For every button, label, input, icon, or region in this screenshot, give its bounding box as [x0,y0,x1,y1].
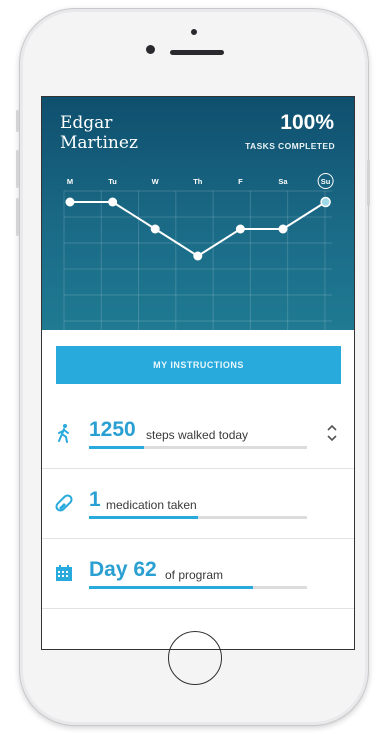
earpiece-speaker [170,50,224,55]
home-button[interactable] [168,631,222,685]
completion-label: TASKS COMPLETED [245,141,335,151]
calendar-icon [56,565,72,581]
completion-percent: 100% [280,111,334,134]
program-day-progress-fill [89,586,253,589]
medication-row[interactable]: 1 medication taken [42,468,354,539]
side-button-mute [16,110,19,132]
steps-row[interactable]: 1250 steps walked today [42,398,354,469]
chart-points [65,196,331,261]
day-label-w: W [152,177,160,186]
my-instructions-button[interactable]: MY INSTRUCTIONS [56,346,341,384]
steps-progress-bar [89,446,307,449]
program-day-row[interactable]: Day 62 of program [42,538,354,609]
summary-header: Edgar Martinez 100% TASKS COMPLETED M Tu W… [42,97,354,330]
walking-person-icon [58,424,69,443]
day-label-m: M [67,177,73,186]
user-name: Edgar Martinez [60,113,138,153]
app-screen: Edgar Martinez 100% TASKS COMPLETED M Tu W… [41,96,355,650]
steps-progress-fill [89,446,144,449]
day-label-tu: Tu [108,177,117,186]
side-button-volume-up [16,150,19,188]
chart-day-labels: M Tu W Th F Sa Su [67,173,334,189]
point-tu [108,197,118,207]
day-label-th: Th [193,177,203,186]
side-button-power [367,160,370,206]
medication-caption: medication taken [106,498,197,512]
medication-value: 1 [89,488,101,511]
expand-chevron-icon[interactable] [326,423,338,443]
program-day-progress-bar [89,586,307,589]
day-label-su: Su [321,177,331,186]
point-w [150,224,160,234]
weekly-activity-chart: M Tu W Th F Sa Su [63,173,334,330]
program-day-caption: of program [165,568,224,582]
front-camera [146,45,155,54]
point-f [235,224,245,234]
proximity-sensor [191,29,197,35]
day-label-f: F [238,177,243,186]
program-day-value: Day 62 [89,558,157,581]
day-label-sa: Sa [278,177,288,186]
side-button-volume-down [16,198,19,236]
point-m [65,197,75,207]
pill-icon [55,494,73,512]
medication-progress-bar [89,516,307,519]
point-su [320,196,331,208]
medication-progress-fill [89,516,198,519]
steps-caption: steps walked today [146,428,249,442]
steps-value: 1250 [89,418,136,441]
point-sa [278,224,288,234]
point-th [193,251,203,261]
